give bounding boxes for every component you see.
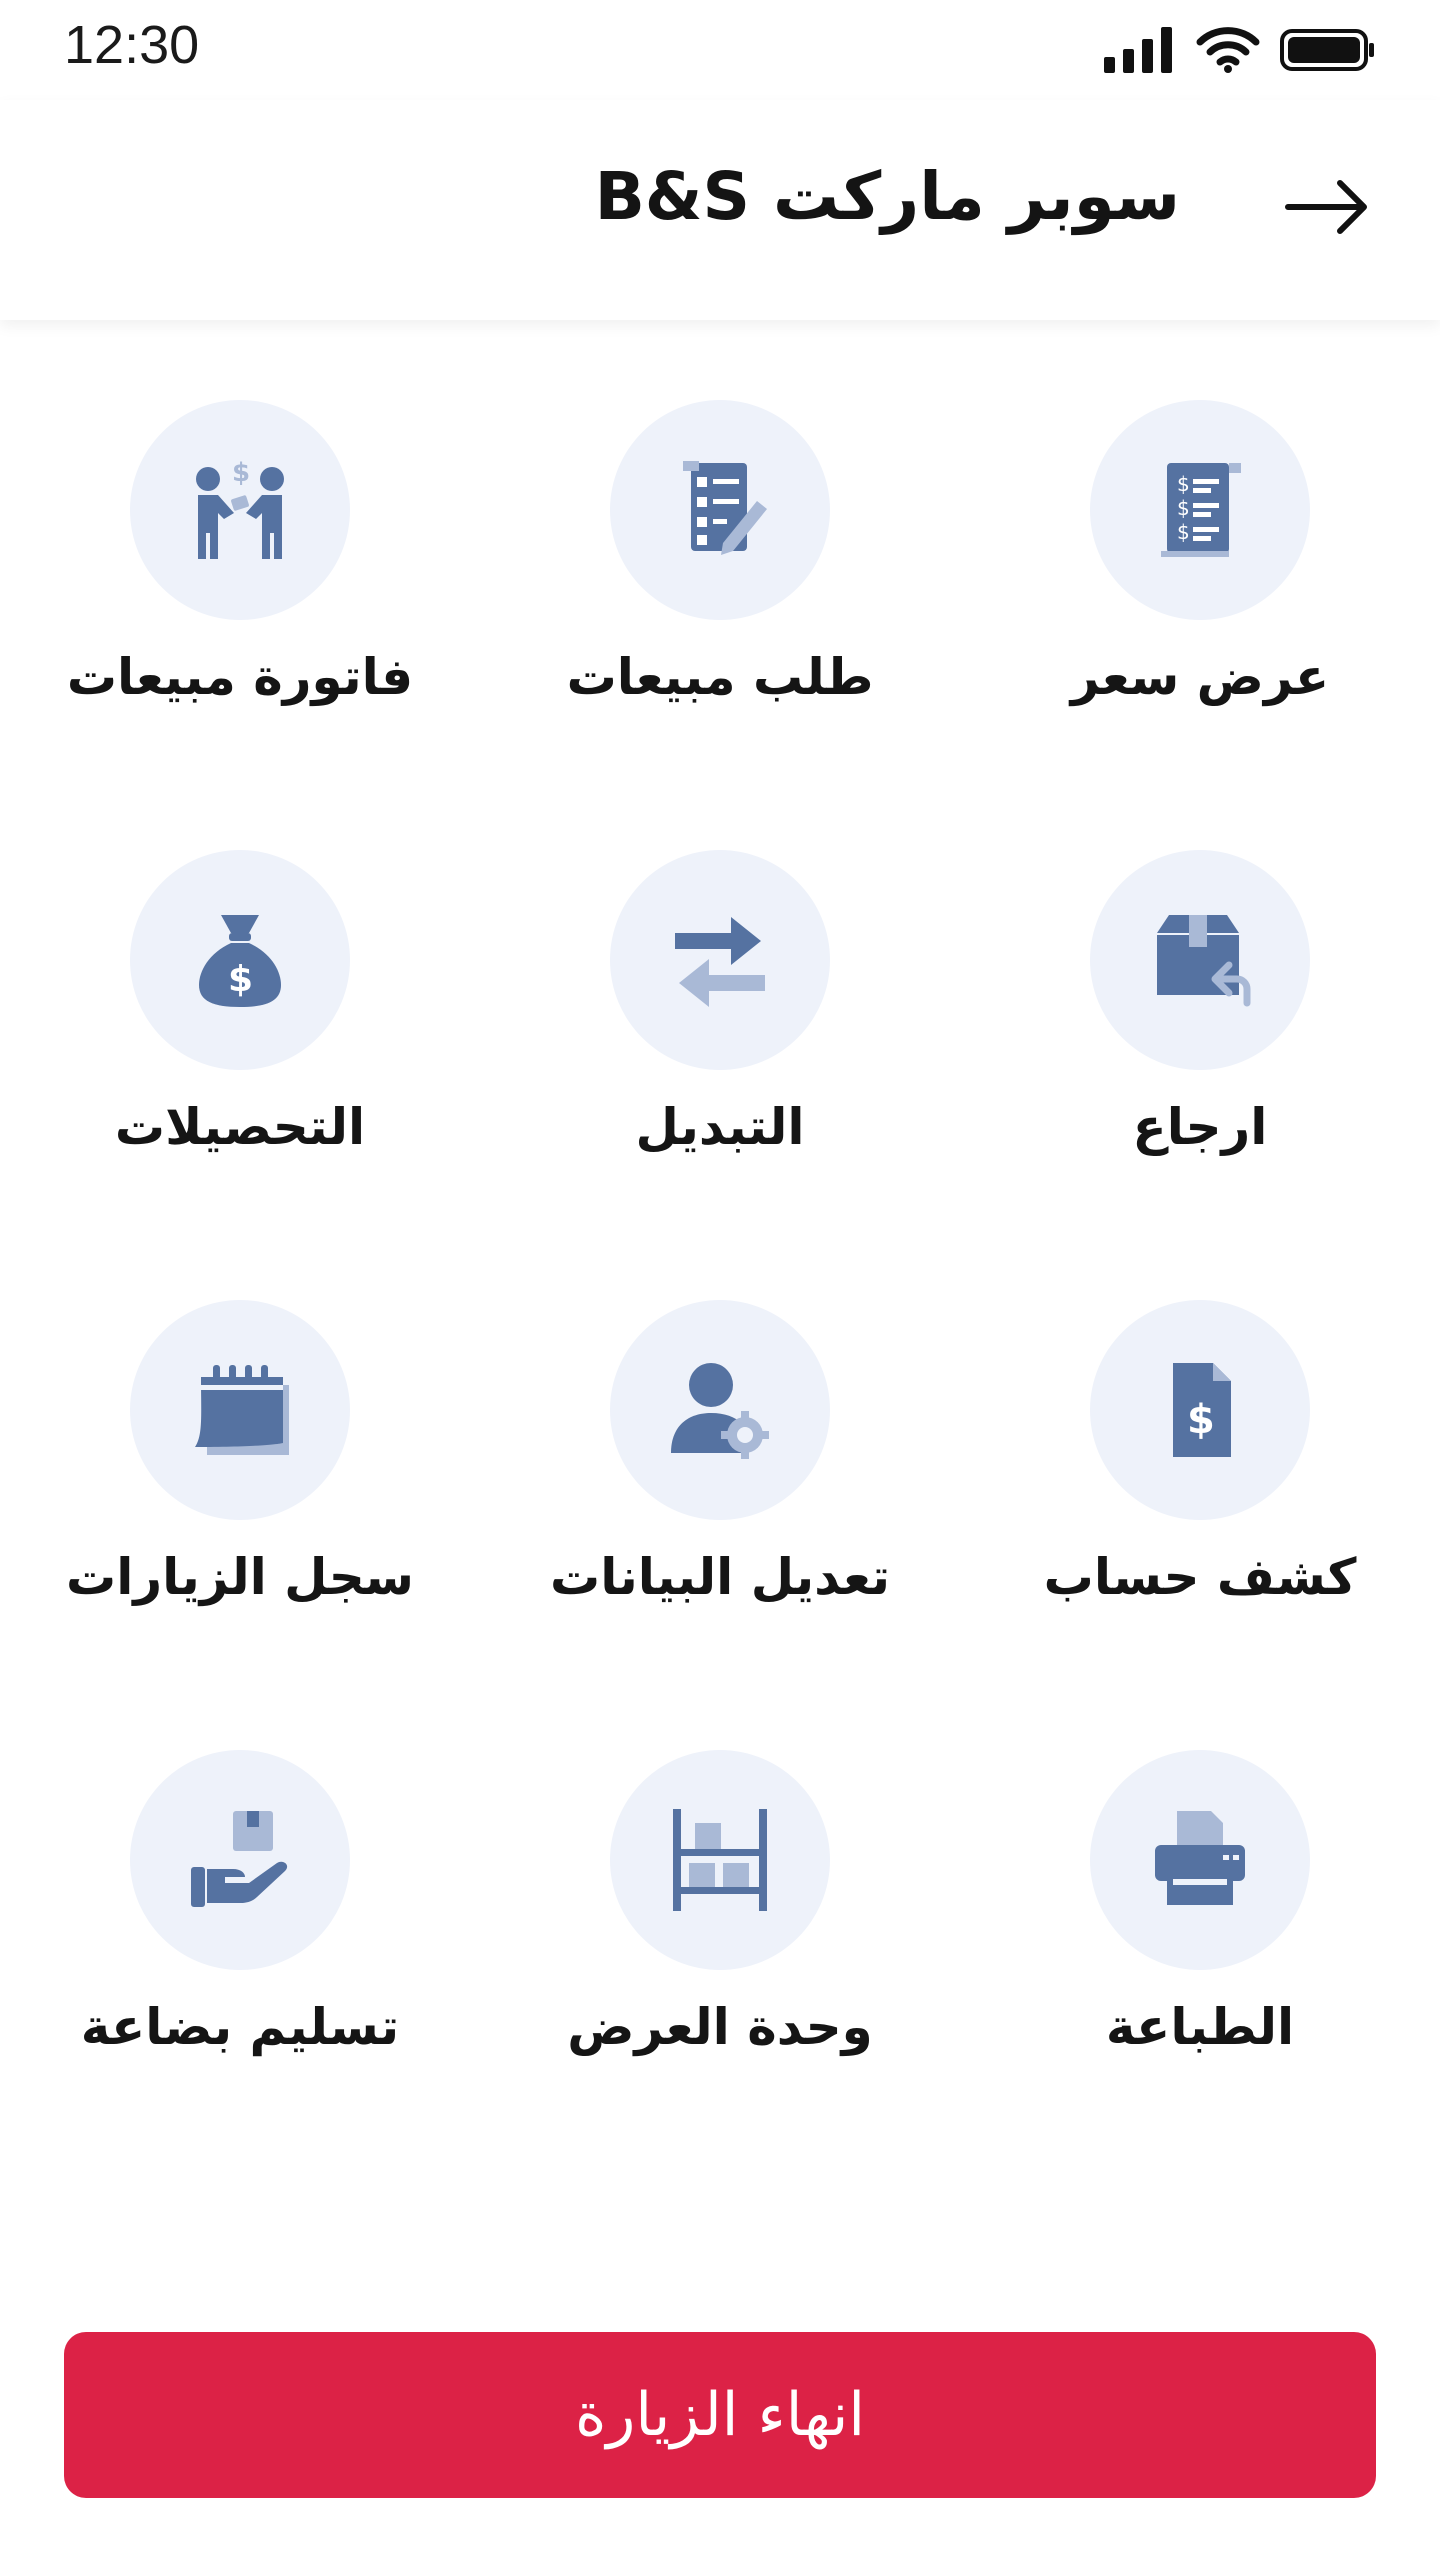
menu-item-label: عرض سعر [1070,648,1330,706]
menu-item-return[interactable]: ارجاع [960,840,1440,1220]
icon-circle: $ $ $ [1090,400,1310,620]
menu-item-label: كشف حساب [1043,1548,1357,1606]
exchange-arrows-icon [665,905,775,1015]
menu-item-label: فاتورة مبيعات [66,648,414,706]
icon-circle: $ [130,850,350,1070]
calendar-icon [185,1355,295,1465]
display-shelf-icon [665,1805,775,1915]
icon-circle [610,1750,830,1970]
menu-item-collections[interactable]: $ التحصيلات [0,840,480,1220]
status-time: 12:30 [64,15,200,75]
menu-item-visit-log[interactable]: سجل الزيارات [0,1290,480,1670]
page-title: سوبر ماركت B&S [594,158,1180,235]
menu-item-goods-delivery[interactable]: تسليم بضاعة [0,1740,480,2120]
sales-invoice-icon: $ [180,455,300,565]
icon-circle [1090,1750,1310,1970]
end-visit-button[interactable]: انهاء الزيارة [64,2332,1376,2498]
icon-circle [610,400,830,620]
menu-item-label: التحصيلات [114,1098,366,1156]
icon-circle [1090,850,1310,1070]
menu-item-sales-invoice[interactable]: $ فاتورة مبيعات [0,390,480,770]
svg-text:$: $ [232,458,250,488]
menu-item-label: ارجاع [1132,1098,1268,1156]
sales-order-icon [665,455,775,565]
menu-item-label: تسليم بضاعة [80,1998,400,2056]
svg-text:$: $ [1177,472,1190,496]
price-quote-icon: $ $ $ [1145,455,1255,565]
menu-item-exchange[interactable]: التبديل [480,840,960,1220]
goods-delivery-icon [185,1805,295,1915]
icon-circle: $ [130,400,350,620]
status-bar: 12:30 [0,0,1440,100]
menu-item-price-quote[interactable]: $ $ $ عرض سعر [960,390,1440,770]
icon-circle [610,850,830,1070]
icon-circle [130,1300,350,1520]
header-bar: سوبر ماركت B&S [0,100,1440,320]
account-statement-icon: $ [1145,1355,1255,1465]
return-box-icon [1145,905,1255,1015]
svg-text:$: $ [1177,520,1190,544]
menu-item-edit-data[interactable]: تعديل البيانات [480,1290,960,1670]
svg-text:$: $ [228,959,253,1000]
menu-item-label: الطباعة [1105,1998,1295,2056]
status-icons [1104,22,1376,78]
svg-text:$: $ [1187,1397,1215,1443]
menu-item-label: وحدة العرض [567,1998,873,2056]
svg-text:$: $ [1177,496,1190,520]
arrow-right-icon [1284,179,1370,235]
menu-item-display-unit[interactable]: وحدة العرض [480,1740,960,2120]
back-button[interactable] [1282,172,1372,242]
menu-item-sales-order[interactable]: طلب مبيعات [480,390,960,770]
menu-item-label: طلب مبيعات [566,648,874,706]
wifi-icon [1196,26,1260,74]
menu-item-printing[interactable]: الطباعة [960,1740,1440,2120]
icon-circle: $ [1090,1300,1310,1520]
menu-item-label: التبديل [635,1098,805,1156]
edit-profile-icon [665,1355,775,1465]
icon-circle [610,1300,830,1520]
menu-item-label: سجل الزيارات [66,1548,414,1606]
menu-item-label: تعديل البيانات [550,1548,890,1606]
signal-icon [1104,27,1176,73]
icon-circle [130,1750,350,1970]
menu-grid: $ $ $ عرض سعر طلب مبيعات $ فاتورة مبيعات… [0,390,1440,2170]
menu-item-account-statement[interactable]: $ كشف حساب [960,1290,1440,1670]
battery-icon [1280,27,1376,73]
printer-icon [1145,1805,1255,1915]
money-bag-icon: $ [185,905,295,1015]
